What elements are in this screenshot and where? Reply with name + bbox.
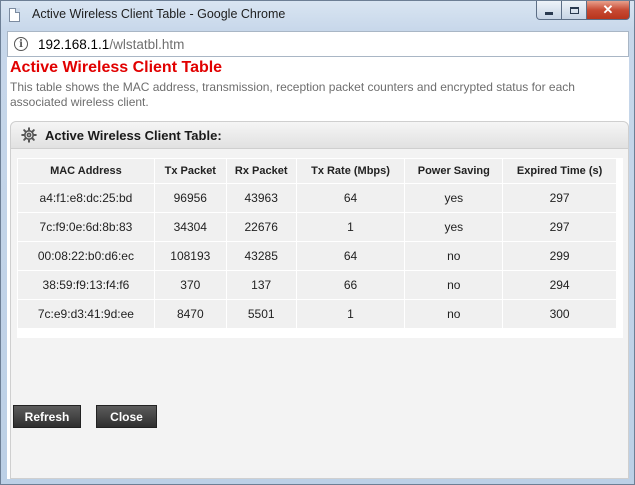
- client-table-panel: Active Wireless Client Table: MAC Addres…: [10, 121, 629, 479]
- table-row: 7c:e9:d3:41:9d:ee 8470 5501 1 no 300: [17, 299, 617, 329]
- window-controls: ✕: [536, 1, 630, 20]
- cell-mac: 00:08:22:b0:d6:ec: [17, 241, 155, 271]
- cell-tx-packet: 108193: [153, 241, 227, 271]
- cell-tx-rate: 64: [295, 183, 406, 213]
- address-bar[interactable]: i 192.168.1.1/wlstatbl.htm: [7, 31, 629, 57]
- maximize-icon: [569, 6, 579, 14]
- cell-tx-packet: 370: [153, 270, 227, 300]
- cell-expired-time: 294: [502, 270, 617, 300]
- info-icon[interactable]: i: [14, 37, 28, 51]
- cell-power-saving: yes: [404, 212, 504, 242]
- cell-tx-packet: 8470: [153, 299, 227, 329]
- cell-tx-packet: 96956: [153, 183, 227, 213]
- close-window-button[interactable]: ✕: [587, 1, 630, 20]
- column-header-mac: MAC Address: [17, 158, 155, 184]
- cell-tx-rate: 66: [295, 270, 406, 300]
- table-row: 00:08:22:b0:d6:ec 108193 43285 64 no 299: [17, 241, 617, 271]
- cell-expired-time: 300: [502, 299, 617, 329]
- cell-rx-packet: 43963: [225, 183, 297, 213]
- panel-title: Active Wireless Client Table:: [45, 127, 222, 143]
- column-header-rx-packet: Rx Packet: [225, 158, 297, 184]
- cell-power-saving: yes: [404, 183, 504, 213]
- minimize-icon: [545, 11, 553, 15]
- minimize-button[interactable]: [536, 1, 562, 20]
- cell-tx-rate: 1: [295, 212, 406, 242]
- table-row: 38:59:f9:13:f4:f6 370 137 66 no 294: [17, 270, 617, 300]
- panel-header: Active Wireless Client Table:: [11, 122, 628, 149]
- window-title: Active Wireless Client Table - Google Ch…: [32, 7, 286, 21]
- close-icon: ✕: [602, 2, 614, 17]
- cell-expired-time: 297: [502, 183, 617, 213]
- browser-window: Active Wireless Client Table - Google Ch…: [0, 0, 635, 485]
- cell-mac: a4:f1:e8:dc:25:bd: [17, 183, 155, 213]
- cell-mac: 7c:e9:d3:41:9d:ee: [17, 299, 155, 329]
- cell-rx-packet: 22676: [225, 212, 297, 242]
- page-description: This table shows the MAC address, transm…: [10, 80, 575, 109]
- cell-power-saving: no: [404, 241, 504, 271]
- cell-rx-packet: 43285: [225, 241, 297, 271]
- title-bar[interactable]: Active Wireless Client Table - Google Ch…: [1, 1, 634, 29]
- table-header-row: MAC Address Tx Packet Rx Packet Tx Rate …: [17, 158, 617, 184]
- cell-mac: 38:59:f9:13:f4:f6: [17, 270, 155, 300]
- url-text[interactable]: 192.168.1.1/wlstatbl.htm: [38, 37, 184, 52]
- url-path: /wlstatbl.htm: [109, 36, 185, 52]
- url-host: 192.168.1.1: [38, 36, 110, 52]
- cell-power-saving: no: [404, 270, 504, 300]
- column-header-tx-rate: Tx Rate (Mbps): [295, 158, 406, 184]
- cell-expired-time: 299: [502, 241, 617, 271]
- page-icon: [9, 8, 20, 22]
- maximize-button[interactable]: [562, 1, 587, 20]
- page-content: Active Wireless Client Table This table …: [7, 57, 629, 479]
- cell-tx-rate: 64: [295, 241, 406, 271]
- cell-tx-packet: 34304: [153, 212, 227, 242]
- close-button[interactable]: Close: [96, 405, 157, 428]
- table-row: a4:f1:e8:dc:25:bd 96956 43963 64 yes 297: [17, 183, 617, 213]
- cell-tx-rate: 1: [295, 299, 406, 329]
- cell-mac: 7c:f9:0e:6d:8b:83: [17, 212, 155, 242]
- client-table-container: MAC Address Tx Packet Rx Packet Tx Rate …: [17, 158, 623, 338]
- refresh-button[interactable]: Refresh: [13, 405, 81, 428]
- client-table: MAC Address Tx Packet Rx Packet Tx Rate …: [17, 158, 617, 329]
- cell-rx-packet: 5501: [225, 299, 297, 329]
- cell-power-saving: no: [404, 299, 504, 329]
- gear-icon: [21, 127, 37, 143]
- page-title: Active Wireless Client Table: [10, 59, 223, 76]
- column-header-power-saving: Power Saving: [404, 158, 504, 184]
- column-header-expired-time: Expired Time (s): [502, 158, 617, 184]
- table-row: 7c:f9:0e:6d:8b:83 34304 22676 1 yes 297: [17, 212, 617, 242]
- cell-rx-packet: 137: [225, 270, 297, 300]
- column-header-tx-packet: Tx Packet: [153, 158, 227, 184]
- cell-expired-time: 297: [502, 212, 617, 242]
